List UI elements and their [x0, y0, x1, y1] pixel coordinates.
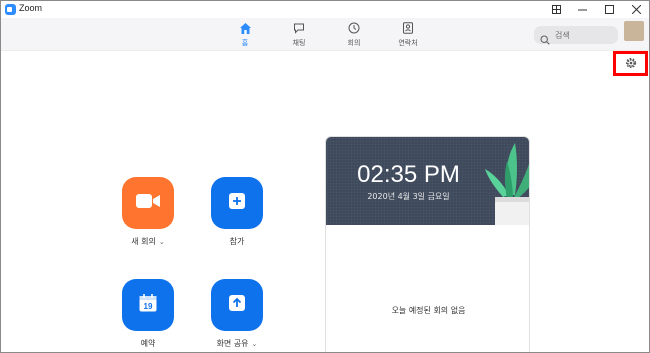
no-meetings-message: 오늘 예정된 회의 없음 — [391, 306, 466, 315]
tab-home[interactable]: 홈 — [225, 20, 265, 49]
top-toolbar: 홈 채팅 회의 연락처 검색 — [1, 18, 649, 51]
arrow-up-icon — [228, 294, 246, 316]
tab-chat-label: 채팅 — [292, 39, 306, 47]
new-meeting-button[interactable] — [122, 177, 174, 229]
search-placeholder: 검색 — [555, 30, 570, 40]
tab-contacts[interactable]: 연락처 — [388, 20, 428, 49]
join-action[interactable]: 참가 — [207, 177, 267, 247]
card-header: 02:35 PM 2020년 4월 3일 금요일 — [326, 137, 529, 225]
schedule-action[interactable]: 19 예약 — [118, 279, 178, 349]
new-meeting-label: 새 회의 — [131, 237, 156, 246]
close-icon[interactable] — [623, 1, 649, 18]
chat-icon — [293, 20, 305, 36]
title-bar: Zoom — [1, 1, 649, 18]
current-time: 02:35 PM — [357, 161, 460, 188]
new-meeting-action[interactable]: 새 회의 ⌄ — [118, 177, 178, 247]
share-screen-button[interactable] — [211, 279, 263, 331]
zoom-window: Zoom 홈 채팅 회의 연락처 검색 새 회의 ⌄ 참가 19 예약 화면 공… — [0, 0, 650, 353]
join-button[interactable] — [211, 177, 263, 229]
schedule-button[interactable]: 19 — [122, 279, 174, 331]
search-icon — [540, 30, 550, 45]
chevron-down-icon[interactable]: ⌄ — [252, 340, 258, 348]
clock-icon — [348, 20, 360, 36]
current-date: 2020년 4월 3일 금요일 — [367, 192, 450, 201]
home-icon — [239, 20, 252, 36]
settings-button[interactable] — [613, 51, 648, 76]
tab-chat[interactable]: 채팅 — [279, 20, 319, 49]
zoom-logo-icon — [5, 4, 16, 15]
chevron-down-icon[interactable]: ⌄ — [159, 238, 165, 246]
video-camera-icon — [135, 192, 161, 214]
search-input[interactable]: 검색 — [534, 26, 618, 45]
upcoming-meetings-card: 02:35 PM 2020년 4월 3일 금요일 오늘 예정된 회의 없음 — [325, 136, 530, 352]
svg-text:19: 19 — [144, 302, 153, 311]
avatar[interactable] — [624, 21, 644, 41]
join-label: 참가 — [229, 237, 245, 246]
gear-icon — [625, 54, 637, 73]
minimize-icon[interactable] — [569, 1, 595, 18]
tab-meetings-label: 회의 — [347, 39, 361, 47]
maximize-icon[interactable] — [596, 1, 622, 18]
share-screen-action[interactable]: 화면 공유 ⌄ — [207, 279, 267, 349]
calendar-icon: 19 — [138, 293, 158, 317]
tab-meetings[interactable]: 회의 — [334, 20, 374, 49]
window-title: Zoom — [19, 3, 43, 13]
share-screen-label: 화면 공유 — [216, 339, 249, 348]
plant-illustration — [485, 143, 529, 225]
plus-icon — [228, 192, 246, 214]
grid-icon[interactable] — [543, 1, 569, 18]
contacts-icon — [402, 20, 414, 36]
schedule-label: 예약 — [140, 339, 156, 348]
tab-contacts-label: 연락처 — [398, 39, 418, 47]
tab-home-label: 홈 — [241, 39, 249, 47]
